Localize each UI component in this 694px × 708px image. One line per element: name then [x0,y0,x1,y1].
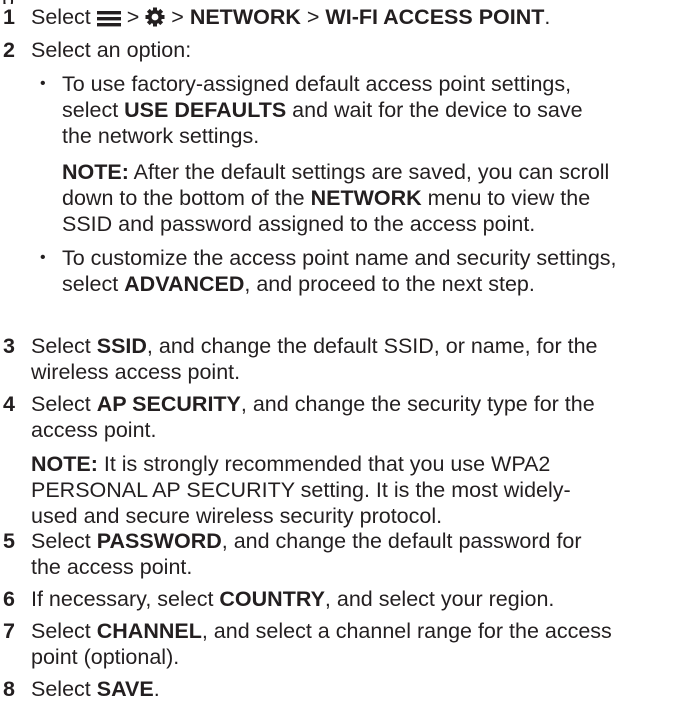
step-6: 6 If necessary, select COUNTRY, and sele… [0,586,694,612]
note-2: NOTE: It is strongly recommended that yo… [31,451,684,529]
menu-path-wifi: WI-FI ACCESS POINT [325,5,545,29]
bullet-line: To customize the access point name and s… [62,246,617,270]
step-text: Select an option: [31,38,192,62]
bullet-text: select [62,272,125,296]
note-label: NOTE: [62,160,129,184]
setting-ap-security: AP SECURITY [96,392,241,416]
separator: > [171,5,184,29]
note-1: NOTE: After the default settings are sav… [62,159,684,237]
separator: > [126,5,140,29]
step-number: 2 [3,38,15,62]
bullet-text: , and proceed to the next step. [244,272,535,296]
note-text: PERSONAL AP SECURITY setting. It is the … [31,478,571,502]
option-use-defaults: USE DEFAULTS [124,98,287,122]
step-text: Select [31,677,97,701]
step-text: , and select your region. [324,587,555,611]
step-text: , and change the default SSID, or name, … [146,334,598,358]
step-text: access point. [31,418,157,442]
bullet-glyph: • [40,249,46,266]
step-text: . [153,677,160,701]
option-advanced: ADVANCED [124,272,245,296]
step-text: , and select a channel range for the acc… [201,619,612,643]
step-text: Select [31,619,97,643]
note-text: After the default settings are saved, yo… [128,160,610,184]
bullet-text: and wait for the device to save [286,98,583,122]
setting-channel: CHANNEL [96,619,202,643]
network-menu-name: NETWORK [310,186,422,210]
instruction-page: p 1 Select > [0,0,694,708]
bullet-text: select [62,98,125,122]
note-text: SSID and password assigned to the access… [62,212,536,236]
step-text: , and change the default password for [221,529,582,553]
step-number: 8 [3,677,15,701]
step-text: , and change the security type for the [240,392,595,416]
step-5: 5 Select PASSWORD, and change the defaul… [0,528,694,580]
step-text: the access point. [31,555,193,579]
menu-icon [96,7,121,33]
bullet-line: the network settings. [62,124,260,148]
setting-ssid: SSID [96,334,147,358]
step-text: point (optional). [31,645,180,669]
step-text: Select [31,529,97,553]
note-text: down to the bottom of the [62,186,311,210]
menu-path-network: NETWORK [189,5,301,29]
step-text: If necessary, select [31,587,220,611]
note-label: NOTE: [31,452,98,476]
step-number: 3 [3,334,15,358]
option-bullet-defaults: • To use factory-assigned default access… [31,71,684,237]
step-text: Select [31,334,97,358]
step-4: 4 Select AP SECURITY, and change the sec… [0,391,694,529]
step-3: 3 Select SSID, and change the default SS… [0,333,694,385]
bullet-line: To use factory-assigned default access p… [62,72,572,96]
note-text: It is strongly recommended that you use … [97,452,551,476]
step-text: wireless access point. [31,360,241,384]
step-number: 6 [3,587,15,611]
bullet-glyph: • [40,75,46,92]
gear-icon [145,7,165,33]
step-text: Select [31,392,97,416]
setting-save: SAVE [96,677,154,701]
period: . [544,5,551,29]
note-text: used and secure wireless security protoc… [31,504,443,528]
step-number: 4 [3,392,15,416]
setting-password: PASSWORD [96,529,222,553]
step-1: 1 Select > > NETWORK > WI-FI ACCESS POIN… [0,4,694,33]
step-8: 8 Select SAVE. [0,676,694,702]
setting-country: COUNTRY [219,587,325,611]
option-bullet-advanced: • To customize the access point name and… [31,245,684,297]
step-2: 2 Select an option: • To use factory-ass… [0,37,694,297]
step-number: 5 [3,529,15,553]
note-text: menu to view the [421,186,591,210]
step-7: 7 Select CHANNEL, and select a channel r… [0,618,694,670]
separator: > [306,5,320,29]
step-text: Select [31,5,91,29]
step-number: 7 [3,619,15,643]
step-number: 1 [3,5,15,29]
